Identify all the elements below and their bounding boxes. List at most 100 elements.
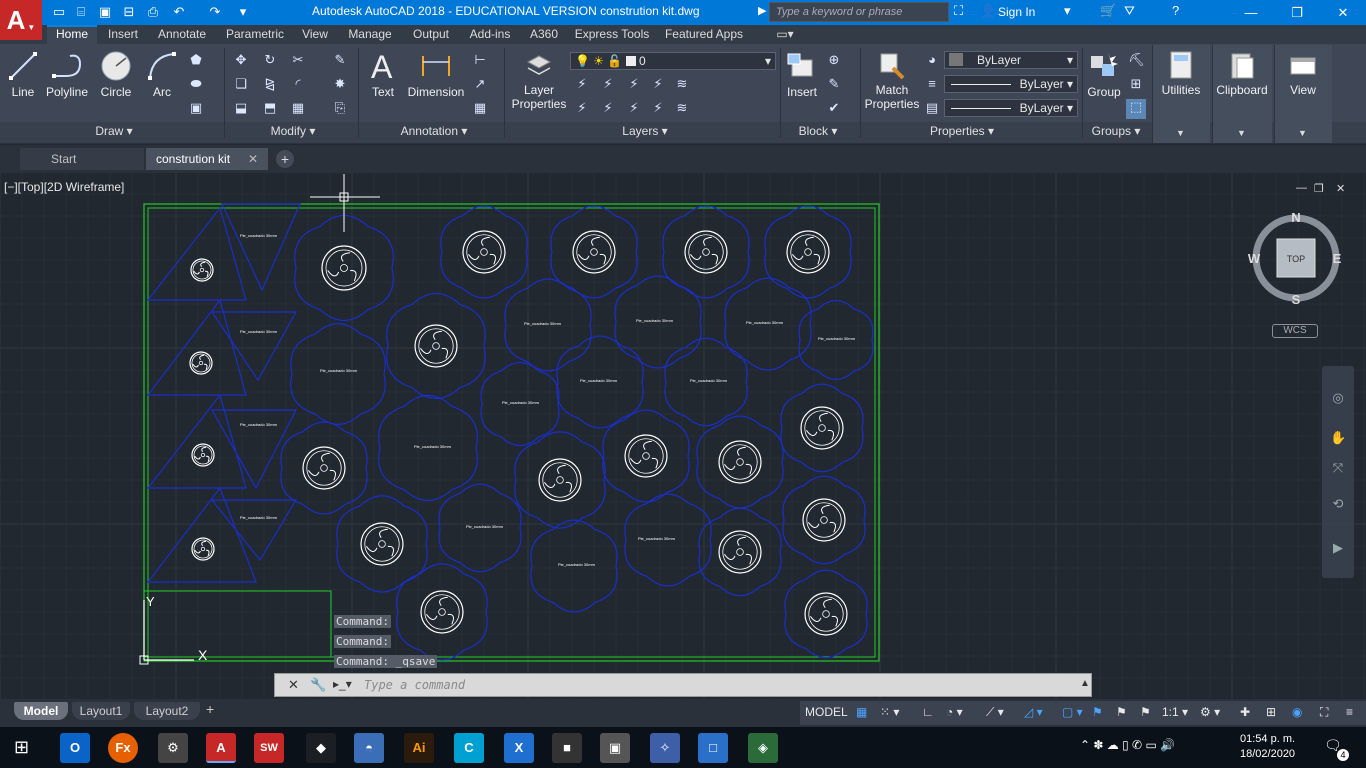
offset-icon[interactable]: ⎘: [332, 100, 348, 116]
layer-tool-icon[interactable]: ≋: [674, 100, 690, 116]
autoscale-icon[interactable]: ⚑: [1116, 705, 1127, 719]
view-button[interactable]: View: [1274, 50, 1332, 97]
customization-menu-icon[interactable]: ≡: [1346, 705, 1353, 719]
save-as-icon[interactable]: ⊟: [120, 3, 138, 21]
tab-layout2[interactable]: Layout2: [134, 702, 200, 720]
taskbar-clock[interactable]: 01:54 p. m. 18/02/2020: [1240, 732, 1295, 762]
insert-block-button[interactable]: Insert: [784, 50, 820, 99]
polygon-icon[interactable]: ⬟: [188, 52, 204, 68]
match-properties-button[interactable]: Match Properties: [864, 50, 920, 111]
layer-tool-icon[interactable]: ⚡: [600, 100, 616, 116]
dimension-button[interactable]: Dimension: [406, 50, 466, 99]
tab-a360[interactable]: A360: [524, 25, 564, 44]
solidworks-app-icon[interactable]: SW: [254, 733, 284, 763]
tab-model[interactable]: Model: [14, 702, 68, 720]
viewport-close-icon[interactable]: ✕: [1336, 182, 1345, 195]
layers-panel-label[interactable]: Layers ▾: [610, 124, 680, 138]
close-command-line-icon[interactable]: ✕: [288, 677, 299, 693]
zoom-extents-icon[interactable]: ⤧: [1330, 460, 1346, 476]
move-icon[interactable]: ✥: [233, 52, 249, 68]
illustrator-app-icon[interactable]: Ai: [404, 733, 434, 763]
tab-parametric[interactable]: Parametric: [220, 25, 290, 44]
command-history-toggle-icon[interactable]: ▲: [1080, 678, 1090, 689]
isodraft-icon[interactable]: ⟋ ▾: [986, 705, 1004, 720]
tab-view[interactable]: View: [296, 25, 334, 44]
properties-panel-label[interactable]: Properties ▾: [924, 124, 1000, 138]
help-icon[interactable]: ?: [1172, 3, 1179, 18]
system-tray-icons[interactable]: ⌃ ✽ ☁ ▯ ✆ ▭ 🔊: [1080, 738, 1175, 752]
layer-tool-icon[interactable]: ⚡: [626, 76, 642, 92]
new-tab-button[interactable]: +: [276, 150, 294, 168]
save-icon[interactable]: ▣: [96, 3, 114, 21]
app-icon[interactable]: ⚙: [158, 733, 188, 763]
ortho-icon[interactable]: ∟: [922, 705, 934, 719]
stretch-icon[interactable]: ⬓: [233, 100, 249, 116]
app-icon[interactable]: ◓: [354, 733, 384, 763]
tab-output[interactable]: Output: [406, 25, 456, 44]
binoculars-icon[interactable]: ⛶: [954, 3, 963, 19]
help-search-input[interactable]: Type a keyword or phrase: [769, 2, 949, 22]
app-icon[interactable]: ◈: [748, 733, 778, 763]
erase-icon[interactable]: ✎: [332, 52, 348, 68]
app-icon[interactable]: X: [504, 733, 534, 763]
tab-annotate[interactable]: Annotate: [150, 25, 214, 44]
polyline-button[interactable]: Polyline: [44, 50, 90, 99]
ribbon-options-icon[interactable]: ▭▾: [770, 25, 800, 44]
compass-south[interactable]: S: [1292, 292, 1301, 307]
fillet-icon[interactable]: ◜: [290, 76, 306, 92]
create-block-icon[interactable]: ⊕: [826, 52, 842, 68]
tab-manage[interactable]: Manage: [340, 25, 400, 44]
mirror-icon[interactable]: ⧎: [262, 76, 278, 92]
start-tab[interactable]: Start: [20, 148, 144, 170]
recent-commands-icon[interactable]: ▸_▾: [333, 677, 352, 691]
color-dropdown[interactable]: ByLayer ▾: [944, 51, 1078, 69]
groups-panel-label[interactable]: Groups ▾: [1086, 124, 1146, 138]
app-icon[interactable]: ✧: [650, 733, 680, 763]
utilities-expand-icon[interactable]: ▼: [1176, 128, 1185, 138]
tab-layout1[interactable]: Layout1: [72, 702, 130, 720]
signin-dropdown-icon[interactable]: ▾: [1064, 3, 1071, 19]
annotation-monitor-icon[interactable]: ✚: [1240, 705, 1250, 719]
trim-icon[interactable]: ✂: [290, 52, 306, 68]
annotation-visibility-icon[interactable]: ⚑: [1092, 705, 1103, 719]
restore-button[interactable]: ❐: [1274, 0, 1320, 25]
new-file-icon[interactable]: ▭: [50, 3, 68, 21]
viewport-controls[interactable]: [−][Top][2D Wireframe]: [4, 180, 124, 194]
leader-icon[interactable]: ↗: [472, 76, 488, 92]
search-expand-icon[interactable]: ▶: [758, 4, 766, 17]
customize-wrench-icon[interactable]: 🔧: [310, 677, 326, 693]
edit-block-icon[interactable]: ✎: [826, 76, 842, 92]
group-button[interactable]: Group: [1086, 50, 1122, 99]
layer-tool-icon[interactable]: ⚡: [626, 100, 642, 116]
layer-tool-icon[interactable]: ⚡: [650, 100, 666, 116]
model-space-toggle[interactable]: MODEL: [805, 705, 848, 719]
application-menu-button[interactable]: A ▼: [0, 0, 42, 40]
pan-hand-icon[interactable]: ✋: [1330, 430, 1346, 446]
layer-tool-icon[interactable]: ≋: [674, 76, 690, 92]
lineweight-dropdown[interactable]: ByLayer ▾: [944, 75, 1078, 93]
osnap-tracking-icon[interactable]: ◿ ▾: [1024, 705, 1043, 719]
tab-home[interactable]: Home: [47, 25, 97, 44]
close-tab-icon[interactable]: ✕: [248, 148, 258, 170]
view-expand-icon[interactable]: ▼: [1298, 128, 1307, 138]
undo-icon[interactable]: ↶: [170, 3, 188, 21]
compass-west[interactable]: W: [1248, 251, 1261, 266]
viewport-restore-icon[interactable]: ❐: [1314, 182, 1324, 195]
isolate-objects-icon[interactable]: ◉: [1292, 705, 1302, 719]
app-icon[interactable]: C: [454, 733, 484, 763]
ellipse-icon[interactable]: ⬬: [188, 76, 204, 92]
wcs-menu[interactable]: WCS: [1272, 324, 1318, 338]
clean-screen-icon[interactable]: ⛶: [1320, 705, 1328, 720]
layer-tool-icon[interactable]: ⚡: [574, 100, 590, 116]
quick-access-dropdown-icon[interactable]: ▾: [234, 3, 252, 21]
print-icon[interactable]: ⎙: [144, 3, 162, 21]
app-icon[interactable]: ▣: [600, 733, 630, 763]
text-button[interactable]: A Text: [366, 50, 400, 99]
linetype-dropdown[interactable]: ByLayer ▾: [944, 99, 1078, 117]
explode-icon[interactable]: ✸: [332, 76, 348, 92]
rotate-icon[interactable]: ↻: [262, 52, 278, 68]
viewcube[interactable]: TOP N S E W: [1244, 206, 1350, 312]
linear-dim-icon[interactable]: ⊢: [472, 52, 488, 68]
app-icon[interactable]: ◆: [306, 733, 336, 763]
group-edit-icon[interactable]: ⊞: [1128, 76, 1144, 92]
